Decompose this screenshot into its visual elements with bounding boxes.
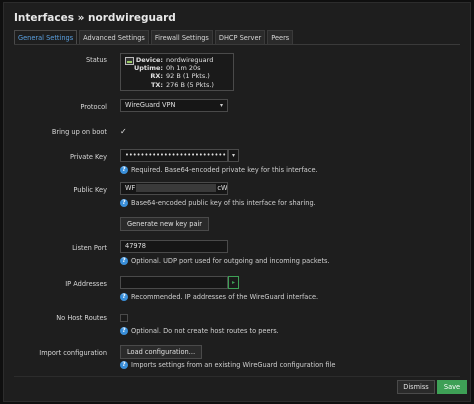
import-config-help-text: Imports settings from an existing WireGu… [131, 361, 336, 369]
help-icon: ? [120, 293, 128, 301]
redacted-block [136, 184, 217, 192]
public-key-input[interactable]: WF cWp [120, 182, 228, 195]
listen-port-help: ? Optional. UDP port used for outgoing a… [120, 257, 330, 265]
generate-key-pair-button[interactable]: Generate new key pair [120, 217, 210, 231]
tab-peers[interactable]: Peers [267, 30, 294, 44]
network-device-icon [125, 57, 134, 65]
public-key-help: ? Base64-encoded public key of this inte… [120, 199, 316, 207]
chevron-down-icon: ▾ [219, 102, 223, 109]
ip-addresses-help: ? Recommended. IP addresses of the WireG… [120, 293, 318, 301]
tab-general-settings[interactable]: General Settings [14, 30, 78, 44]
no-host-routes-checkbox[interactable] [120, 314, 128, 322]
interface-dialog: Interfaces » nordwireguard General Setti… [3, 2, 471, 402]
private-key-label: Private Key [69, 153, 107, 161]
footer-divider [14, 376, 460, 377]
tab-firewall-settings[interactable]: Firewall Settings [150, 30, 213, 44]
private-key-help: ? Required. Base64-encoded private key f… [120, 166, 318, 174]
help-icon: ? [120, 257, 128, 265]
private-key-input[interactable]: ••••••••••••••••••••••••••••••••••••••••… [120, 149, 228, 162]
tx-key: TX: [150, 80, 163, 89]
listen-port-label: Listen Port [72, 244, 107, 252]
uptime-value: 0h 1m 20s [166, 64, 201, 73]
bring-up-checkbox[interactable]: ✓ [120, 128, 127, 136]
public-key-prefix: WF [125, 184, 136, 192]
private-key-help-text: Required. Base64-encoded private key for… [131, 166, 318, 174]
listen-port-input[interactable]: 47978 [120, 240, 228, 253]
ip-addresses-label: IP Addresses [65, 280, 107, 288]
status-box: Device: nordwireguard Uptime: 0h 1m 20s RX… [120, 53, 234, 91]
save-button[interactable]: Save [437, 380, 467, 394]
import-config-help: ? Imports settings from an existing Wire… [120, 361, 335, 369]
protocol-value: WireGuard VPN [125, 101, 176, 109]
help-icon: ? [120, 166, 128, 174]
tab-dhcp-server[interactable]: DHCP Server [214, 30, 266, 44]
load-configuration-button[interactable]: Load configuration… [120, 345, 203, 359]
listen-port-help-text: Optional. UDP port used for outgoing and… [131, 257, 330, 265]
help-icon: ? [120, 361, 128, 369]
tab-bar: General Settings Advanced Settings Firew… [14, 30, 460, 45]
help-icon: ? [120, 199, 128, 207]
import-config-label: Import configuration [39, 349, 107, 357]
add-ip-button[interactable]: ▸ [228, 276, 239, 289]
tab-advanced-settings[interactable]: Advanced Settings [79, 30, 149, 44]
rx-key: RX: [150, 72, 163, 81]
protocol-select[interactable]: WireGuard VPN ▾ [120, 99, 228, 112]
help-icon: ? [120, 327, 128, 335]
dismiss-button[interactable]: Dismiss [397, 380, 435, 394]
rx-value: 92 B (1 Pkts.) [166, 72, 210, 81]
chevron-down-icon: ▾ [231, 152, 235, 159]
no-host-routes-help-text: Optional. Do not create host routes to p… [131, 327, 279, 335]
uptime-key: Uptime: [133, 64, 163, 73]
public-key-label: Public Key [73, 186, 107, 194]
public-key-suffix: cWp [217, 184, 228, 192]
tx-value: 276 B (5 Pkts.) [166, 80, 214, 89]
protocol-label: Protocol [80, 103, 107, 111]
device-value: nordwireguard [166, 56, 214, 64]
private-key-reveal-button[interactable]: ▾ [228, 149, 239, 162]
ip-addresses-help-text: Recommended. IP addresses of the WireGua… [131, 293, 319, 301]
public-key-help-text: Base64-encoded public key of this interf… [131, 199, 316, 207]
status-label: Status [85, 56, 107, 64]
ip-addresses-input[interactable] [120, 276, 228, 289]
no-host-routes-help: ? Optional. Do not create host routes to… [120, 327, 279, 335]
bring-up-label: Bring up on boot [51, 128, 107, 136]
dialog-title: Interfaces » nordwireguard [14, 12, 176, 24]
no-host-routes-label: No Host Routes [56, 314, 107, 322]
